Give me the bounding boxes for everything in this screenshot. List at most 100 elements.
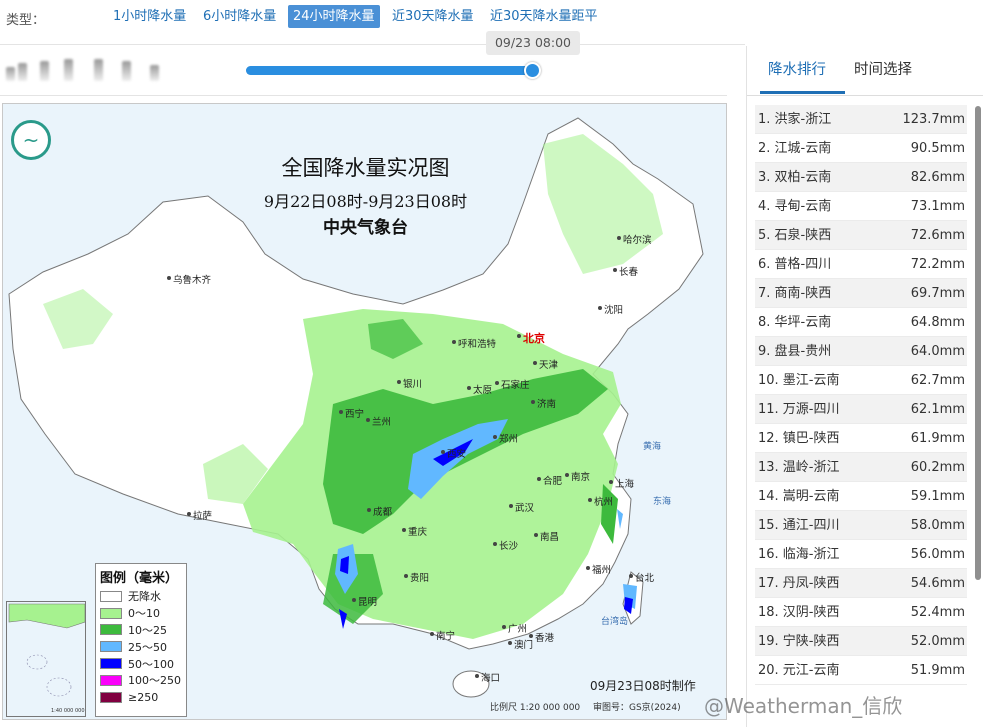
- ranking-value: 51.9mm: [910, 663, 965, 678]
- city-label: 天津: [532, 357, 558, 371]
- ranking-row[interactable]: 2. 江城-云南 90.5mm: [755, 134, 967, 163]
- legend-swatch: [100, 607, 122, 619]
- time-slider-handle[interactable]: [524, 62, 541, 79]
- legend-swatch: [100, 590, 122, 602]
- ranking-row[interactable]: 6. 普格-四川 72.2mm: [755, 250, 967, 279]
- city-label: 贵阳: [403, 570, 429, 584]
- ranking-row[interactable]: 4. 寻甸-云南 73.1mm: [755, 192, 967, 221]
- city-label: 武汉: [508, 500, 534, 514]
- map-title: 全国降水量实况图: [281, 156, 450, 180]
- ranking-station: 17. 丹凤-陕西: [758, 576, 840, 591]
- ranking-value: 60.2mm: [910, 460, 965, 475]
- city-label: 长沙: [492, 538, 518, 552]
- ranking-row[interactable]: 3. 双柏-云南 82.6mm: [755, 163, 967, 192]
- legend-swatch: [100, 658, 122, 670]
- ranking-value: 82.6mm: [910, 170, 965, 185]
- city-label: 合肥: [536, 473, 562, 487]
- ranking-value: 61.9mm: [910, 431, 965, 446]
- ranking-station: 6. 普格-四川: [758, 257, 832, 272]
- legend-item: 0～10: [100, 605, 182, 622]
- ranking-row[interactable]: 19. 宁陕-陕西 52.0mm: [755, 627, 967, 656]
- city-label: 海口: [474, 670, 500, 684]
- ranking-value: 62.1mm: [910, 402, 965, 417]
- ranking-row[interactable]: 1. 洪家-浙江 123.7mm: [755, 105, 967, 134]
- ranking-value: 90.5mm: [910, 141, 965, 156]
- ranking-row[interactable]: 16. 临海-浙江 56.0mm: [755, 540, 967, 569]
- legend-item: 50～100: [100, 655, 182, 672]
- ranking-row[interactable]: 18. 汉阴-陕西 52.4mm: [755, 598, 967, 627]
- ranking-value: 72.6mm: [910, 228, 965, 243]
- city-label: 杭州: [587, 494, 613, 508]
- ranking-station: 11. 万源-四川: [758, 402, 840, 417]
- inset-caption: 1:40 000 000: [51, 708, 85, 714]
- time-slider-track[interactable]: [246, 66, 538, 75]
- city-label: 广州: [501, 621, 527, 635]
- map-organization: 中央气象台: [323, 218, 408, 238]
- ranking-station: 15. 通江-四川: [758, 518, 840, 533]
- city-label: 成都: [366, 504, 392, 518]
- city-label: 郑州: [492, 431, 518, 445]
- ranking-row[interactable]: 7. 商南-陕西 69.7mm: [755, 279, 967, 308]
- ranking-station: 9. 盘县-贵州: [758, 344, 832, 359]
- watermark: @Weatherman_信欣: [704, 694, 903, 718]
- current-time-tooltip: 09/23 08:00: [486, 31, 580, 55]
- ranking-value: 58.0mm: [910, 518, 965, 533]
- tab-30d-anomaly[interactable]: 近30天降水量距平: [485, 5, 603, 28]
- city-label: 南昌: [533, 529, 559, 543]
- tab-30d-precip[interactable]: 近30天降水量: [387, 5, 479, 28]
- tab-1h-precip[interactable]: 1小时降水量: [108, 5, 191, 28]
- legend-swatch: [100, 674, 122, 686]
- city-label: 哈尔滨: [617, 232, 652, 246]
- legend-swatch: [100, 641, 122, 653]
- ranking-row[interactable]: 8. 华坪-云南 64.8mm: [755, 308, 967, 337]
- ranking-value: 52.4mm: [910, 605, 965, 620]
- ranking-row[interactable]: 12. 镇巴-陕西 61.9mm: [755, 424, 967, 453]
- ranking-station: 10. 墨江-云南: [758, 373, 840, 388]
- ranking-station: 3. 双柏-云南: [758, 170, 832, 185]
- ranking-station: 4. 寻甸-云南: [758, 199, 832, 214]
- city-label: 澳门: [507, 637, 533, 651]
- tab-precip-ranking[interactable]: 降水排行: [768, 58, 826, 79]
- ranking-row[interactable]: 15. 通江-四川 58.0mm: [755, 511, 967, 540]
- city-label: 兰州: [365, 414, 391, 428]
- city-label: 重庆: [401, 524, 427, 538]
- legend-item: ≥250: [100, 689, 182, 706]
- city-label: 长春: [612, 264, 638, 278]
- time-slider-progress: [246, 66, 533, 75]
- ranking-row[interactable]: 17. 丹凤-陕西 54.6mm: [755, 569, 967, 598]
- ranking-station: 16. 临海-浙江: [758, 547, 840, 562]
- ranking-station: 20. 元江-云南: [758, 663, 840, 678]
- sea-label: 台湾岛: [601, 617, 629, 627]
- tab-6h-precip[interactable]: 6小时降水量: [198, 5, 281, 28]
- legend-item: 25～50: [100, 638, 182, 655]
- ranking-scrollbar[interactable]: [975, 106, 981, 580]
- ranking-row[interactable]: 13. 温岭-浙江 60.2mm: [755, 453, 967, 482]
- ranking-row[interactable]: 5. 石泉-陕西 72.6mm: [755, 221, 967, 250]
- ranking-row[interactable]: 20. 元江-云南 51.9mm: [755, 656, 967, 685]
- ranking-station: 2. 江城-云南: [758, 141, 832, 156]
- south-china-sea-inset: 1:40 000 000: [6, 601, 86, 717]
- tab-time-select[interactable]: 时间选择: [854, 58, 912, 79]
- ranking-station: 7. 商南-陕西: [758, 286, 832, 301]
- ranking-value: 52.0mm: [910, 634, 965, 649]
- city-label: 呼和浩特: [451, 336, 496, 350]
- ranking-station: 8. 华坪-云南: [758, 315, 832, 330]
- ranking-value: 62.7mm: [910, 373, 965, 388]
- time-thumbnail-strip[interactable]: [2, 56, 167, 84]
- legend-item: 无降水: [100, 588, 182, 605]
- ranking-row[interactable]: 10. 墨江-云南 62.7mm: [755, 366, 967, 395]
- map-period: 9月22日08时-9月23日08时: [263, 192, 468, 211]
- city-label: 昆明: [351, 594, 377, 608]
- panel-tabs: 降水排行 时间选择: [747, 46, 983, 96]
- city-label: 台北: [628, 570, 654, 584]
- ranking-row[interactable]: 9. 盘县-贵州 64.0mm: [755, 337, 967, 366]
- tab-24h-precip[interactable]: 24小时降水量: [288, 5, 380, 28]
- ranking-station: 12. 镇巴-陕西: [758, 431, 840, 446]
- ranking-value: 59.1mm: [910, 489, 965, 504]
- city-label: 南京: [564, 469, 590, 483]
- ranking-station: 5. 石泉-陕西: [758, 228, 832, 243]
- ranking-row[interactable]: 11. 万源-四川 62.1mm: [755, 395, 967, 424]
- legend-item: 100～250: [100, 672, 182, 689]
- city-label: 银川: [396, 376, 422, 390]
- ranking-row[interactable]: 14. 嵩明-云南 59.1mm: [755, 482, 967, 511]
